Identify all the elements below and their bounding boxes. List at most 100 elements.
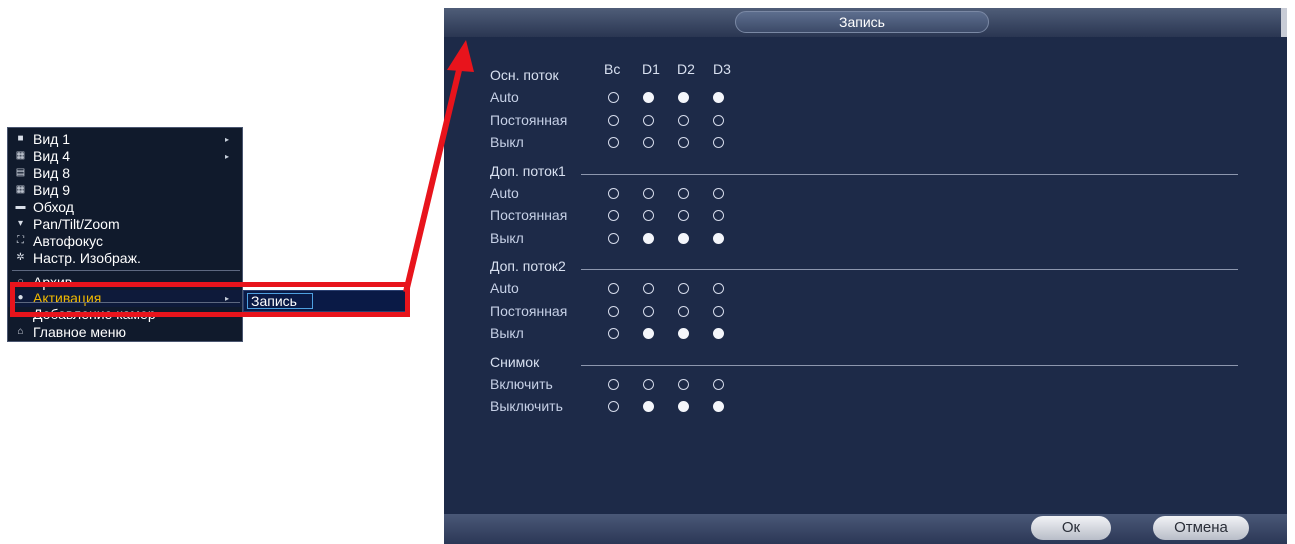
radio-unselected[interactable] [643,114,654,126]
menu-item-label: Pan/Tilt/Zoom [33,216,120,232]
radio-unselected[interactable] [678,283,689,294]
row-label: Включить [490,375,553,392]
row-label: Выкл [490,325,524,341]
menu-item-label: Главное меню [33,324,127,340]
menu-item-label: Вид 9 [33,182,71,198]
radio-unselected[interactable] [608,283,619,294]
section-divider [581,364,1238,366]
home-icon: ⌂ [17,326,24,337]
menu-item-grid-8[interactable]: ▤ Вид 8 [8,165,242,182]
row-label: Постоянная [490,302,568,319]
column-header: D3 [713,61,731,77]
radio-unselected[interactable] [608,187,619,199]
radio-unselected[interactable] [713,114,724,126]
menu-separator [12,270,240,271]
radio-selected[interactable] [678,232,689,244]
menu-item-label: Вид 4 [33,148,71,164]
submenu-arrow-icon: ▸ [225,135,230,144]
radio-selected[interactable] [678,401,689,412]
radio-unselected[interactable] [608,378,619,390]
menu-item-image-settings[interactable]: ✲ Настр. Изображ. [8,250,242,267]
menu-item-label: Настр. Изображ. [33,250,141,266]
row-label: Выкл [490,229,524,246]
section-header: Осн. поток [490,67,559,83]
radio-unselected[interactable] [608,232,619,244]
section-header: Снимок [490,353,540,370]
section-divider [581,173,1238,175]
radio-unselected[interactable] [713,305,724,317]
record-dialog: Запись [444,8,1287,544]
radio-unselected[interactable] [643,283,654,294]
radio-unselected[interactable] [678,114,689,126]
tour-icon: ▬ [15,201,26,212]
row-label: Постоянная [490,111,568,128]
radio-unselected[interactable] [713,378,724,390]
radio-selected[interactable] [713,328,724,339]
radio-unselected[interactable] [608,401,619,412]
grid-1-icon: ■ [17,133,24,144]
submenu-arrow-icon: ▸ [225,152,230,161]
menu-item-label: Вид 8 [33,165,71,181]
radio-unselected[interactable] [643,137,654,148]
radio-unselected[interactable] [643,210,654,221]
radio-unselected[interactable] [678,210,689,221]
radio-selected[interactable] [643,401,654,412]
radio-unselected[interactable] [713,210,724,221]
ok-button[interactable]: Ок [1031,516,1111,540]
row-label: Auto [490,89,519,105]
radio-unselected[interactable] [678,305,689,317]
radio-unselected[interactable] [713,187,724,199]
menu-item-grid-4[interactable]: ▦ Вид 4 ▸ [8,148,242,165]
radio-unselected[interactable] [608,210,619,221]
menu-item-ptz[interactable]: ▾ Pan/Tilt/Zoom [8,216,242,233]
radio-unselected[interactable] [643,378,654,390]
radio-unselected[interactable] [713,283,724,294]
column-header: Вс [604,61,621,77]
grid-4-icon: ▦ [15,150,26,161]
radio-unselected[interactable] [678,378,689,390]
radio-selected[interactable] [678,328,689,339]
row-label: Auto [490,280,519,296]
menu-item-label: Вид 1 [33,131,71,147]
row-label: Выключить [490,398,563,414]
menu-item-autofocus[interactable]: ⛶ Автофокус [8,233,242,250]
radio-selected[interactable] [643,232,654,244]
radio-unselected[interactable] [608,305,619,317]
radio-unselected[interactable] [608,92,619,103]
radio-selected[interactable] [713,92,724,103]
row-label: Auto [490,184,519,201]
radio-unselected[interactable] [678,137,689,148]
radio-selected[interactable] [713,401,724,412]
column-header: D2 [677,61,695,77]
menu-item-grid-9[interactable]: ▦ Вид 9 [8,182,242,199]
dialog-title: Запись [735,11,989,33]
menu-item-tour[interactable]: ▬ Обход [8,199,242,216]
radio-unselected[interactable] [608,114,619,126]
annotation-highlight-box [10,282,410,317]
radio-unselected[interactable] [608,328,619,339]
menu-item-home[interactable]: ⌂ Главное меню [8,324,242,341]
title-edge [1281,8,1287,37]
cancel-button[interactable]: Отмена [1153,516,1249,540]
row-label: Выкл [490,134,524,150]
menu-item-grid-1[interactable]: ■ Вид 1 ▸ [8,131,242,148]
section-header: Доп. поток2 [490,258,566,274]
radio-selected[interactable] [713,232,724,244]
row-label: Постоянная [490,207,568,223]
radio-unselected[interactable] [608,137,619,148]
radio-unselected[interactable] [713,137,724,148]
image-settings-icon: ✲ [16,252,25,263]
dialog-title-bar: Запись [444,8,1287,37]
column-header: D1 [642,61,660,77]
radio-unselected[interactable] [678,187,689,199]
radio-unselected[interactable] [643,305,654,317]
radio-selected[interactable] [643,92,654,103]
menu-item-label: Автофокус [33,233,103,249]
section-header: Доп. поток1 [490,162,566,179]
radio-selected[interactable] [678,92,689,103]
grid-8-icon: ▤ [15,167,26,178]
radio-unselected[interactable] [643,187,654,199]
menu-item-label: Обход [33,199,74,215]
grid-9-icon: ▦ [15,184,26,195]
radio-selected[interactable] [643,328,654,339]
